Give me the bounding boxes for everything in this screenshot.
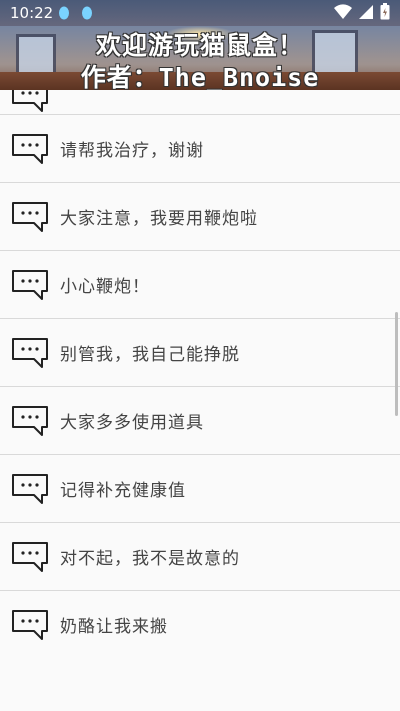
- message-bubble-icon: [12, 473, 48, 504]
- list-item[interactable]: 奶酪让我来搬: [0, 591, 400, 658]
- quick-chat-list[interactable]: 请帮我治疗，谢谢 大家注意，我要用鞭炮啦 小心鞭炮！ 别管我，我自己能挣脱 大家…: [0, 90, 400, 711]
- qq-penguin-icon: [59, 6, 69, 20]
- list-item-label: 大家注意，我要用鞭炮啦: [60, 209, 258, 229]
- message-bubble-icon: [12, 405, 48, 436]
- list-item[interactable]: 记得补充健康值: [0, 455, 400, 523]
- message-bubble-icon: [12, 337, 48, 368]
- list-item[interactable]: 大家注意，我要用鞭炮啦: [0, 183, 400, 251]
- list-item[interactable]: [0, 90, 400, 115]
- message-bubble-icon: [12, 90, 48, 112]
- list-item-label: 大家多多使用道具: [60, 413, 204, 433]
- signal-icon: [359, 4, 373, 19]
- qq-penguin-icon: [82, 6, 92, 20]
- list-item[interactable]: 别管我，我自己能挣脱: [0, 319, 400, 387]
- message-bubble-icon: [12, 201, 48, 232]
- banner-welcome-text: 欢迎游玩猫鼠盒！: [95, 31, 304, 60]
- status-time: 10:22: [10, 4, 54, 22]
- list-item-label: 请帮我治疗，谢谢: [60, 141, 204, 161]
- banner-author-text: 作者：The_Bnoise: [80, 63, 320, 90]
- list-item[interactable]: 大家多多使用道具: [0, 387, 400, 455]
- list-item[interactable]: 对不起，我不是故意的: [0, 523, 400, 591]
- status-bar: 10:22: [0, 0, 400, 26]
- wifi-icon: [334, 3, 352, 19]
- message-bubble-icon: [12, 133, 48, 164]
- message-bubble-icon: [12, 269, 48, 300]
- message-bubble-icon: [12, 541, 48, 572]
- list-item-label: 奶酪让我来搬: [60, 617, 168, 637]
- message-bubble-icon: [12, 609, 48, 640]
- list-item-label: 别管我，我自己能挣脱: [60, 345, 240, 365]
- list-item[interactable]: 小心鞭炮！: [0, 251, 400, 319]
- list-item-label: 记得补充健康值: [60, 481, 186, 501]
- list-item-label: 小心鞭炮！: [60, 277, 150, 297]
- battery-icon: [380, 3, 390, 20]
- list-item[interactable]: 请帮我治疗，谢谢: [0, 115, 400, 183]
- list-item-label: 对不起，我不是故意的: [60, 549, 240, 569]
- scrollbar[interactable]: [395, 312, 398, 416]
